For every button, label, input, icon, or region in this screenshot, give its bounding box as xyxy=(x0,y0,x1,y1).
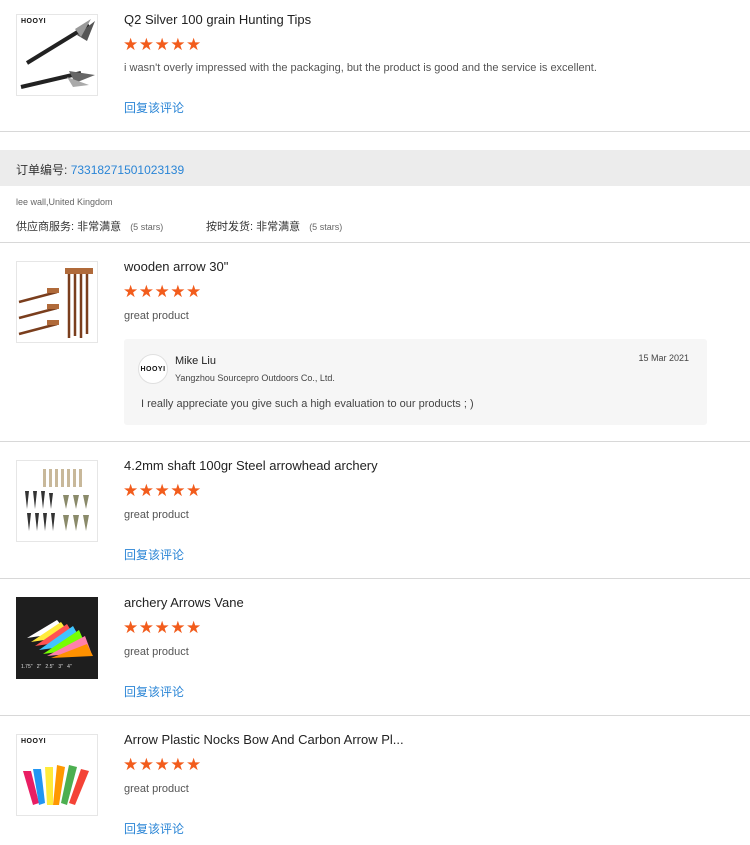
reply-to-review-link[interactable]: 回复该评论 xyxy=(124,820,184,837)
review-text: great product xyxy=(124,509,189,521)
rating-stars: ★★★★★ xyxy=(123,35,202,54)
size-label: 2" xyxy=(36,664,42,670)
nocks-image xyxy=(23,765,89,805)
seller-company: Yangzhou Sourcepro Outdoors Co., Ltd. xyxy=(175,373,335,383)
wooden-arrows-image xyxy=(18,268,93,338)
review-text: great product xyxy=(124,646,189,658)
vane-size-labels: 1.75" 2" 2.5" 3" 4" xyxy=(21,664,72,670)
divider xyxy=(0,578,750,579)
rating-stars: ★★★★★ xyxy=(123,755,202,774)
supplier-service-label: 供应商服务: xyxy=(16,221,75,233)
reply-to-review-link[interactable]: 回复该评论 xyxy=(124,683,184,700)
divider xyxy=(0,441,750,442)
shipping-rating: 按时发货: 非常满意 (5 stars) xyxy=(206,218,342,234)
seller-reply-text: I really appreciate you give such a high… xyxy=(141,398,474,410)
order-number-label: 订单编号: xyxy=(16,163,68,177)
seller-reply-box: HOOYI Mike Liu Yangzhou Sourcepro Outdoo… xyxy=(124,339,707,425)
order-number-row: 订单编号: 73318271501023139 xyxy=(16,161,184,178)
review-text: great product xyxy=(124,310,189,322)
reply-to-review-link[interactable]: 回复该评论 xyxy=(124,546,184,563)
buyer-location: lee wall,United Kingdom xyxy=(16,197,113,207)
size-label: 4" xyxy=(67,664,72,670)
shipping-label: 按时发货: xyxy=(206,221,254,233)
rating-stars: ★★★★★ xyxy=(123,481,202,500)
order-header-bar: 订单编号: 73318271501023139 xyxy=(0,150,750,186)
arrowheads-image xyxy=(25,469,89,531)
product-thumbnail-arrow-vanes[interactable]: 1.75" 2" 2.5" 3" 4" xyxy=(16,597,98,679)
supplier-service-stars: (5 stars) xyxy=(130,222,164,232)
product-title[interactable]: wooden arrow 30" xyxy=(124,259,228,274)
product-thumbnail-arrow-nocks[interactable]: HOOYI xyxy=(16,734,98,816)
order-number-link[interactable]: 73318271501023139 xyxy=(71,163,184,177)
product-title[interactable]: archery Arrows Vane xyxy=(124,595,244,610)
product-title[interactable]: Q2 Silver 100 grain Hunting Tips xyxy=(124,12,311,27)
product-thumbnail-steel-arrowhead[interactable] xyxy=(16,460,98,542)
product-title[interactable]: Arrow Plastic Nocks Bow And Carbon Arrow… xyxy=(124,732,404,747)
product-thumbnail-hunting-tips[interactable]: HOOYI xyxy=(16,14,98,96)
size-label: 1.75" xyxy=(21,664,33,670)
divider xyxy=(0,715,750,716)
rating-stars: ★★★★★ xyxy=(123,618,202,637)
shipping-stars: (5 stars) xyxy=(309,222,343,232)
seller-avatar: HOOYI xyxy=(138,354,168,384)
supplier-service-value: 非常满意 xyxy=(77,221,122,233)
size-label: 3" xyxy=(58,664,63,670)
supplier-service-rating: 供应商服务: 非常满意 (5 stars) xyxy=(16,218,163,234)
product-thumbnail-wooden-arrow[interactable] xyxy=(16,261,98,343)
shipping-value: 非常满意 xyxy=(256,221,301,233)
review-text: great product xyxy=(124,783,189,795)
product-title[interactable]: 4.2mm shaft 100gr Steel arrowhead archer… xyxy=(124,458,378,473)
rating-stars: ★★★★★ xyxy=(123,282,202,301)
reply-date: 15 Mar 2021 xyxy=(638,353,689,363)
broadhead-image xyxy=(20,19,95,89)
seller-name: Mike Liu xyxy=(175,355,216,367)
reply-to-review-link[interactable]: 回复该评论 xyxy=(124,99,184,116)
divider xyxy=(0,131,750,132)
divider xyxy=(0,242,750,243)
size-label: 2.5" xyxy=(45,664,55,670)
review-text: i wasn't overly impressed with the packa… xyxy=(124,62,597,74)
